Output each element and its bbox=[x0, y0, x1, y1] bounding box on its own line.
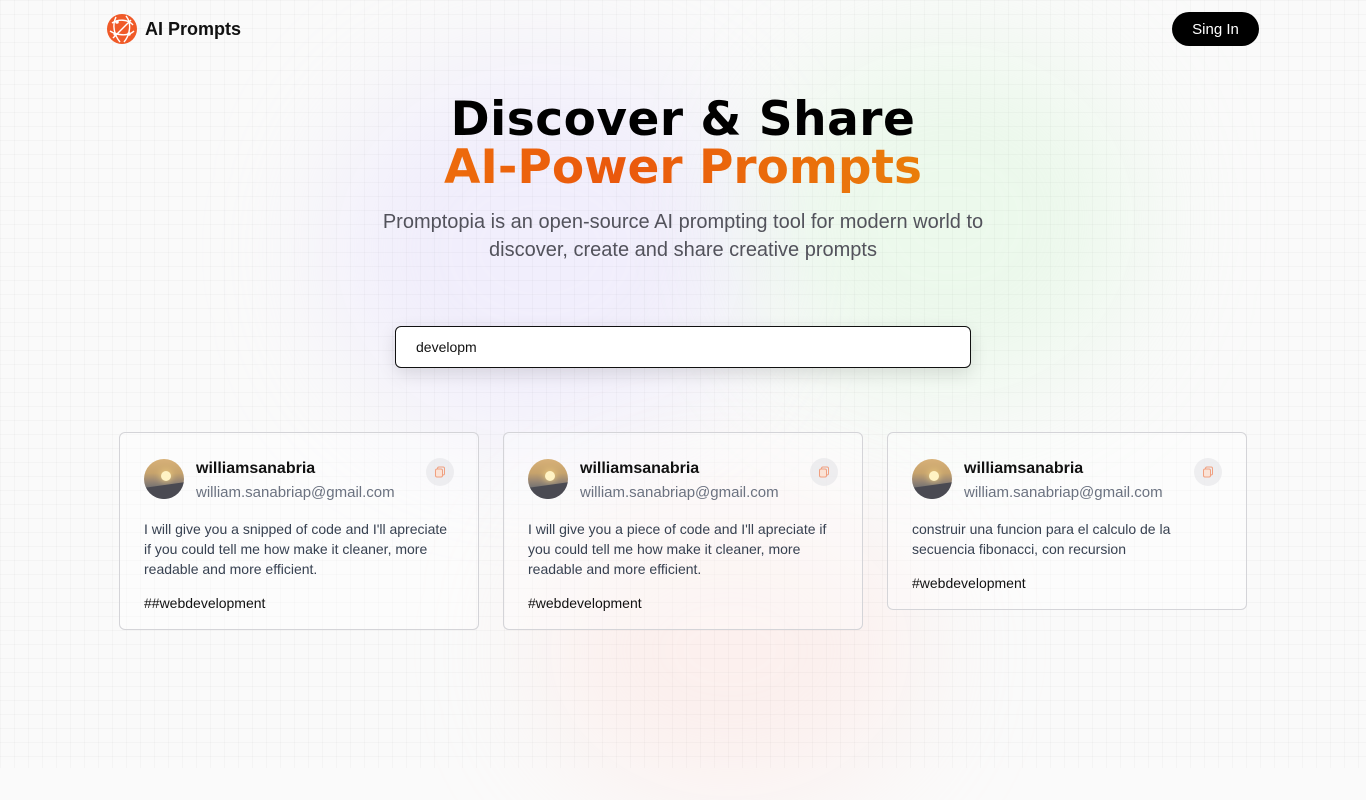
copy-icon bbox=[819, 466, 829, 478]
sign-in-button[interactable]: Sing In bbox=[1172, 12, 1259, 46]
search-input[interactable] bbox=[395, 326, 971, 368]
copy-button[interactable] bbox=[426, 458, 454, 486]
username[interactable]: williamsanabria bbox=[580, 460, 699, 478]
prompt-tag[interactable]: #webdevelopment bbox=[528, 595, 838, 611]
hero-description-text: Promptopia is an open-source AI promptin… bbox=[382, 211, 984, 261]
avatar[interactable] bbox=[912, 459, 952, 499]
prompt-card[interactable]: williamsanabria william.sanabriap@gmail.… bbox=[887, 432, 1247, 610]
avatar[interactable] bbox=[528, 459, 568, 499]
prompt-card[interactable]: williamsanabria william.sanabriap@gmail.… bbox=[119, 432, 479, 630]
copy-icon bbox=[1203, 466, 1213, 478]
copy-icon bbox=[435, 466, 445, 478]
username[interactable]: williamsanabria bbox=[196, 460, 315, 478]
prompt-text: I will give you a snipped of code and I'… bbox=[144, 521, 448, 577]
avatar[interactable] bbox=[144, 459, 184, 499]
brand-name[interactable]: AI Prompts bbox=[145, 19, 241, 40]
prompt-card[interactable]: williamsanabria william.sanabriap@gmail.… bbox=[503, 432, 863, 630]
user-email: william.sanabriap@gmail.com bbox=[580, 484, 779, 501]
hero-title: Discover & Share bbox=[450, 92, 916, 147]
user-email: william.sanabriap@gmail.com bbox=[196, 484, 395, 501]
prompt-text: I will give you a piece of code and I'll… bbox=[528, 521, 827, 577]
hero-title-gradient: AI-Power Prompts bbox=[0, 140, 1366, 195]
prompt-text: construir una funcion para el calculo de… bbox=[912, 521, 1171, 557]
globe-logo-icon[interactable] bbox=[106, 13, 138, 45]
prompt-tag[interactable]: ##webdevelopment bbox=[144, 595, 454, 611]
username[interactable]: williamsanabria bbox=[964, 460, 1083, 478]
hero-description: Promptopia is an open-source AI promptin… bbox=[0, 208, 1366, 264]
copy-button[interactable] bbox=[1194, 458, 1222, 486]
navbar: AI Prompts Sing In bbox=[106, 12, 1259, 46]
user-email: william.sanabriap@gmail.com bbox=[964, 484, 1163, 501]
copy-button[interactable] bbox=[810, 458, 838, 486]
prompt-tag[interactable]: #webdevelopment bbox=[912, 575, 1222, 591]
